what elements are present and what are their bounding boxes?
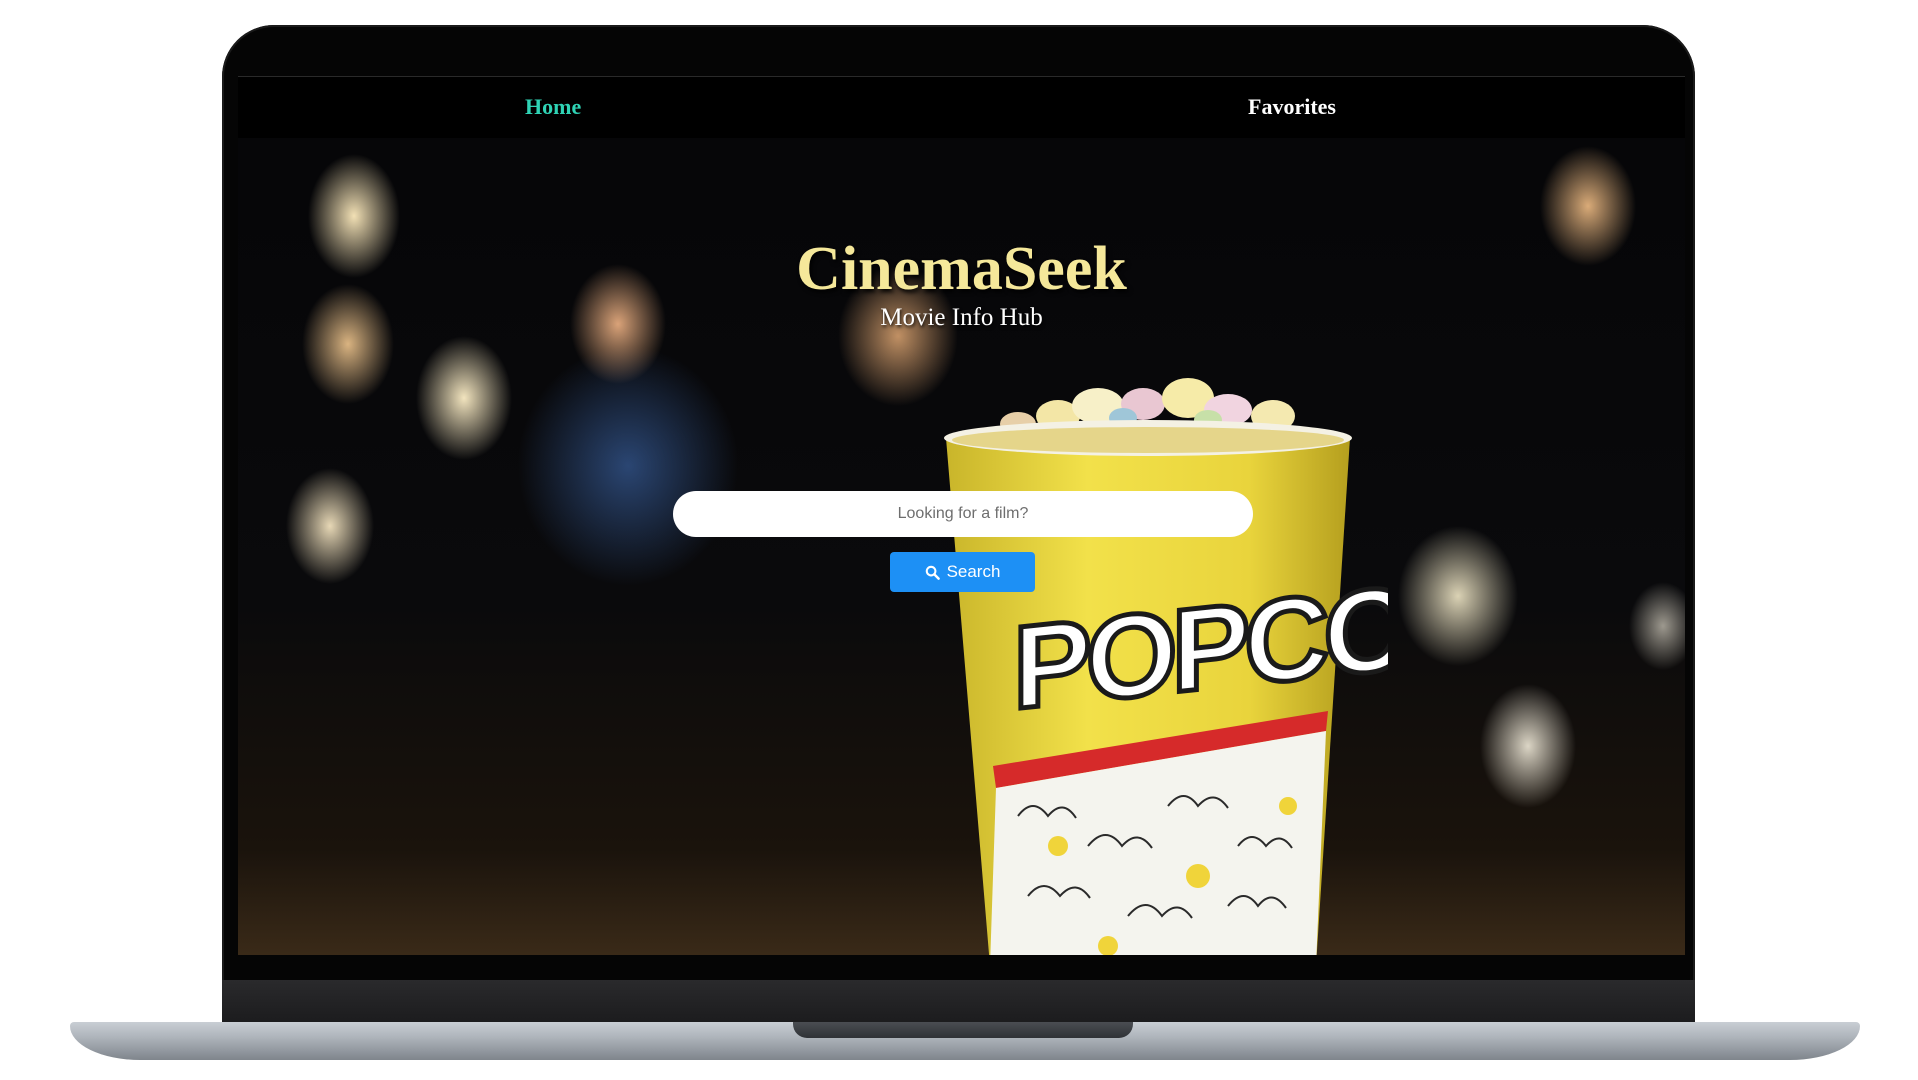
laptop-mockup: POPCORN Home Favorites CinemaSeek Movie …	[0, 0, 1918, 1080]
laptop-hinge-notch	[793, 1022, 1133, 1038]
top-nav: Home Favorites	[238, 76, 1685, 138]
brand-header: CinemaSeek Movie Info Hub	[238, 236, 1685, 332]
nav-link-home[interactable]: Home	[525, 94, 581, 120]
search-icon	[925, 565, 940, 580]
search-button-label: Search	[946, 562, 1001, 581]
laptop-screen: POPCORN Home Favorites CinemaSeek Movie …	[238, 76, 1685, 955]
laptop-bezel-bottom	[222, 980, 1695, 1025]
site-title: CinemaSeek	[796, 235, 1127, 303]
nav-link-favorites[interactable]: Favorites	[1248, 94, 1336, 120]
popcorn-bucket-image: POPCORN	[944, 378, 1388, 955]
search-input[interactable]	[673, 491, 1253, 537]
search-button[interactable]: Search	[890, 552, 1035, 592]
site-subtitle: Movie Info Hub	[880, 304, 1043, 331]
